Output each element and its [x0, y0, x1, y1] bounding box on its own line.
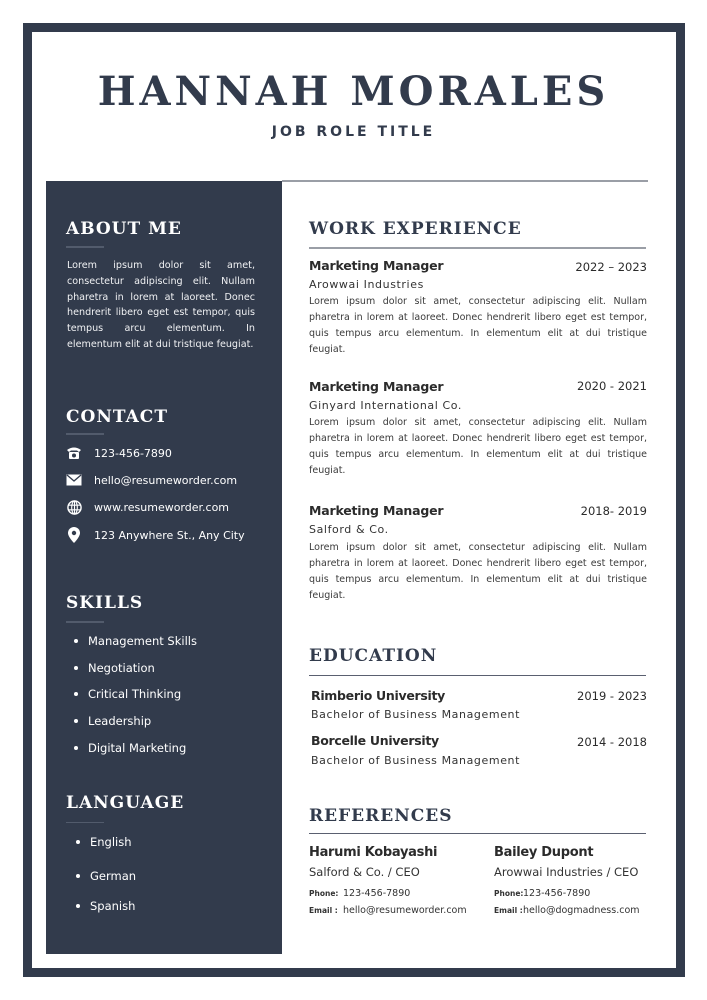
reference-company: Salford & Co. / CEO	[309, 865, 420, 879]
globe-icon	[66, 499, 82, 515]
reference-name: Harumi Kobayashi	[309, 845, 438, 860]
education-dates: 2014 - 2018	[577, 735, 647, 749]
phone-label: Phone:	[309, 889, 339, 898]
about-heading: ABOUT ME	[66, 219, 182, 239]
reference-email-value[interactable]: hello@resumeworder.com	[343, 905, 467, 916]
bullet-icon	[74, 665, 78, 670]
phone-icon	[66, 445, 82, 461]
bullet-icon	[76, 873, 80, 878]
job-dates: 2018- 2019	[580, 504, 647, 518]
skill-item: Management Skills	[74, 634, 197, 648]
education-degree: Bachelor of Business Management	[311, 708, 521, 721]
education-school: Borcelle University	[311, 733, 439, 748]
contact-email-text[interactable]: hello@resumeworder.com	[94, 474, 237, 487]
job-company: Salford & Co.	[309, 523, 389, 536]
reference-phone-value: 123-456-7890	[523, 888, 591, 899]
reference-phone: Phone: 123-456-7890	[494, 885, 664, 902]
work-experience-heading: WORK EXPERIENCE	[309, 219, 522, 239]
job-description: Lorem ipsum dolor sit amet, consectetur …	[309, 296, 647, 355]
reference-email-value[interactable]: hello@dogmadness.com	[523, 905, 640, 916]
language-item: German	[76, 869, 136, 883]
work-experience-divider	[309, 247, 646, 249]
skills-heading: SKILLS	[66, 593, 144, 613]
reference-name: Bailey Dupont	[494, 845, 594, 860]
contact-address: 123 Anywhere St., Any City	[66, 526, 245, 544]
phone-label: Phone:	[494, 889, 524, 898]
about-divider	[66, 246, 104, 248]
email-icon	[66, 472, 82, 488]
education-dates: 2019 - 2023	[577, 689, 647, 703]
candidate-name: HANNAH MORALES	[97, 68, 610, 115]
skill-item: Digital Marketing	[74, 741, 186, 755]
reference-phone-value: 123-456-7890	[343, 888, 411, 899]
language-heading: LANGUAGE	[66, 793, 185, 813]
reference-email: Email : hello@dogmadness.com	[494, 902, 664, 919]
job-role-title: JOB ROLE TITLE	[271, 124, 436, 140]
about-text: Lorem ipsum dolor sit amet, consectetur …	[67, 260, 255, 350]
bullet-icon	[74, 691, 78, 696]
bullet-icon	[76, 839, 80, 844]
job-dates: 2020 - 2021	[577, 379, 647, 393]
contact-phone: 123-456-7890	[66, 444, 172, 462]
job-description: Lorem ipsum dolor sit amet, consectetur …	[309, 542, 647, 601]
skills-divider	[66, 621, 104, 623]
bullet-icon	[74, 718, 78, 723]
job-title: Marketing Manager	[309, 379, 444, 394]
contact-heading: CONTACT	[66, 407, 168, 427]
contact-website[interactable]: www.resumeworder.com	[66, 498, 229, 516]
reference-card: Harumi Kobayashi Salford & Co. / CEO Pho…	[309, 845, 479, 919]
language-item: Spanish	[76, 899, 135, 913]
skill-item: Critical Thinking	[74, 687, 181, 701]
bullet-icon	[74, 745, 78, 750]
contact-divider	[66, 433, 104, 435]
email-label: Email :	[494, 906, 523, 915]
email-label: Email :	[309, 906, 338, 915]
contact-address-text: 123 Anywhere St., Any City	[94, 528, 245, 542]
reference-email: Email : hello@resumeworder.com	[309, 902, 479, 919]
reference-company: Arowwai Industries / CEO	[494, 865, 639, 879]
language-divider	[66, 822, 104, 823]
location-pin-icon	[66, 527, 82, 543]
reference-card: Bailey Dupont Arowwai Industries / CEO P…	[494, 845, 664, 919]
job-company: Arowwai Industries	[309, 278, 424, 291]
references-divider	[309, 833, 646, 834]
education-divider	[309, 675, 646, 676]
job-company: Ginyard International Co.	[309, 399, 463, 412]
skill-item: Negotiation	[74, 661, 155, 675]
references-heading: REFERENCES	[309, 806, 453, 826]
bullet-icon	[74, 638, 78, 643]
skill-item: Leadership	[74, 714, 151, 728]
education-degree: Bachelor of Business Management	[311, 754, 521, 767]
education-school: Rimberio University	[311, 688, 446, 703]
job-title: Marketing Manager	[309, 258, 444, 273]
bullet-icon	[76, 903, 80, 908]
header-divider	[282, 180, 648, 182]
sidebar: ABOUT ME Lorem ipsum dolor sit amet, con…	[46, 181, 282, 954]
job-dates: 2022 – 2023	[575, 260, 647, 274]
job-description: Lorem ipsum dolor sit amet, consectetur …	[309, 417, 647, 476]
contact-email[interactable]: hello@resumeworder.com	[66, 471, 237, 489]
job-title: Marketing Manager	[309, 503, 444, 518]
education-heading: EDUCATION	[309, 646, 438, 666]
contact-website-text[interactable]: www.resumeworder.com	[94, 501, 229, 514]
contact-phone-text: 123-456-7890	[94, 446, 172, 460]
reference-phone: Phone: 123-456-7890	[309, 885, 479, 902]
language-item: English	[76, 835, 132, 849]
